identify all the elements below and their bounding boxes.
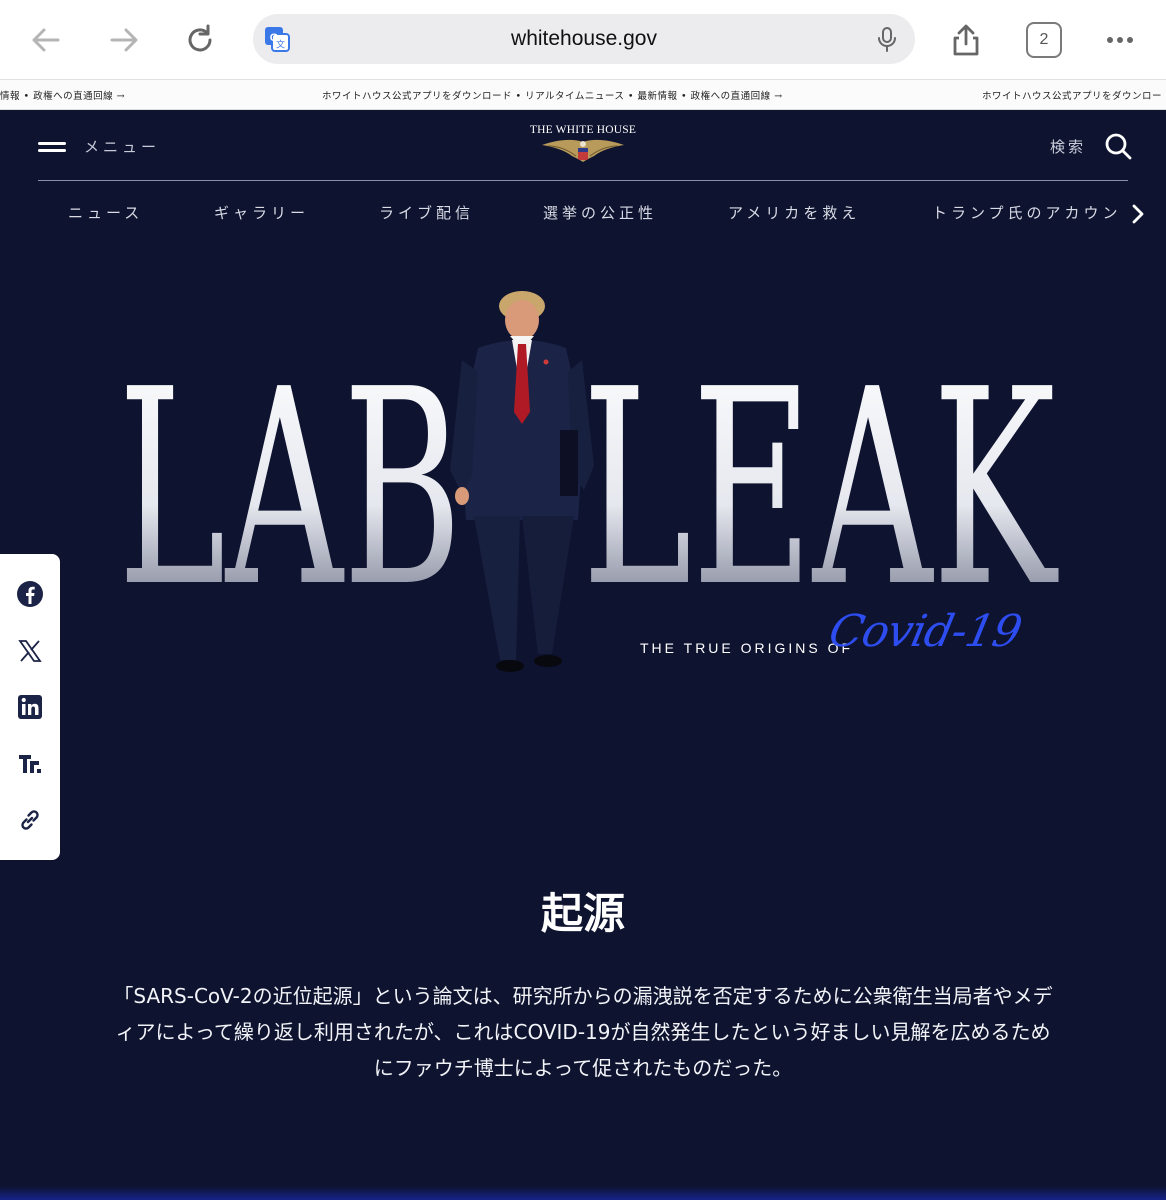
truth-social-share-button[interactable] — [16, 750, 44, 778]
nav-item-save-america[interactable]: アメリカを救え — [728, 202, 860, 223]
section-divider-glow — [0, 1186, 1166, 1200]
share-icon — [953, 24, 979, 56]
menu-label: メニュー — [84, 138, 161, 156]
search-label: 検索 — [1049, 137, 1086, 156]
nav-next-button[interactable] — [1128, 202, 1148, 230]
hero-banner: LAB LEAK THE TRUE ORIGINS OF Covid-19 — [0, 280, 1166, 710]
nav-item-gallery[interactable]: ギャラリー — [214, 202, 309, 223]
linkedin-icon — [18, 695, 42, 719]
copy-link-button[interactable] — [16, 806, 44, 834]
address-bar[interactable]: G 文 whitehouse.gov — [253, 14, 915, 64]
site-logo[interactable]: THE WHITE HOUSE — [520, 124, 646, 166]
more-menu-button[interactable] — [1098, 18, 1142, 62]
announcement-ticker[interactable]: 情報 • 政権への直通回線 → ホワイトハウス公式アプリをダウンロード • リア… — [0, 80, 1166, 110]
hero-title-right: LEAK — [582, 331, 1059, 646]
browser-toolbar: G 文 whitehouse.gov 2 — [0, 0, 1166, 80]
ticker-text: ホワイトハウス公式アプリをダウンロー — [982, 91, 1163, 102]
x-icon — [18, 640, 42, 662]
facebook-share-button[interactable] — [16, 580, 44, 608]
back-arrow-icon — [32, 28, 60, 52]
nav-item-live[interactable]: ライブ配信 — [379, 202, 474, 223]
link-icon — [21, 810, 39, 830]
site-page: メニュー THE WHITE HOUSE 検索 ニュース ギャラリー ライブ配信… — [0, 110, 1166, 1200]
hero-subtitle: THE TRUE ORIGINS OF — [640, 640, 854, 656]
chevron-right-icon — [1132, 204, 1144, 224]
microphone-icon[interactable] — [873, 25, 901, 53]
eagle-emblem-icon — [542, 139, 624, 162]
menu-button[interactable]: メニュー — [38, 136, 160, 157]
facebook-icon — [17, 581, 43, 607]
share-rail — [0, 554, 60, 860]
nav-item-election-integrity[interactable]: 選挙の公正性 — [543, 202, 657, 223]
hero-script-text: Covid-19 — [824, 606, 1026, 657]
forward-button[interactable] — [102, 18, 146, 62]
url-text: whitehouse.gov — [511, 27, 657, 50]
tabs-button[interactable]: 2 — [1026, 22, 1062, 58]
section-body: 「SARS-CoV-2の近位起源」という論文は、研究所からの漏洩説を否定するため… — [113, 984, 1053, 1080]
ellipsis-icon — [1107, 37, 1133, 43]
truth-social-icon — [19, 755, 41, 773]
search-button[interactable]: 検索 — [1050, 132, 1132, 160]
share-button[interactable] — [944, 18, 988, 62]
header-divider — [38, 180, 1128, 181]
section-title: 起源 — [540, 889, 625, 938]
reload-button[interactable] — [178, 18, 222, 62]
nav-item-news[interactable]: ニュース — [68, 202, 143, 223]
linkedin-share-button[interactable] — [16, 693, 44, 721]
ticker-text: ホワイトハウス公式アプリをダウンロード • リアルタイムニュース • 最新情報 … — [322, 91, 783, 102]
nav-item-trump-accounts[interactable]: トランプ氏のアカウン — [932, 202, 1122, 223]
ticker-text: 情報 • 政権への直通回線 → — [0, 91, 126, 102]
x-share-button[interactable] — [16, 637, 44, 665]
walking-figure — [450, 291, 594, 672]
reload-icon — [188, 24, 212, 52]
search-icon — [1105, 133, 1132, 160]
forward-arrow-icon — [110, 28, 138, 52]
hero-title-left: LAB — [118, 331, 462, 646]
back-button[interactable] — [24, 18, 68, 62]
main-navigation: ニュース ギャラリー ライブ配信 選挙の公正性 アメリカを救え トランプ氏のアカ… — [0, 198, 1166, 228]
logo-text: THE WHITE HOUSE — [529, 124, 637, 136]
hamburger-icon — [38, 138, 66, 156]
